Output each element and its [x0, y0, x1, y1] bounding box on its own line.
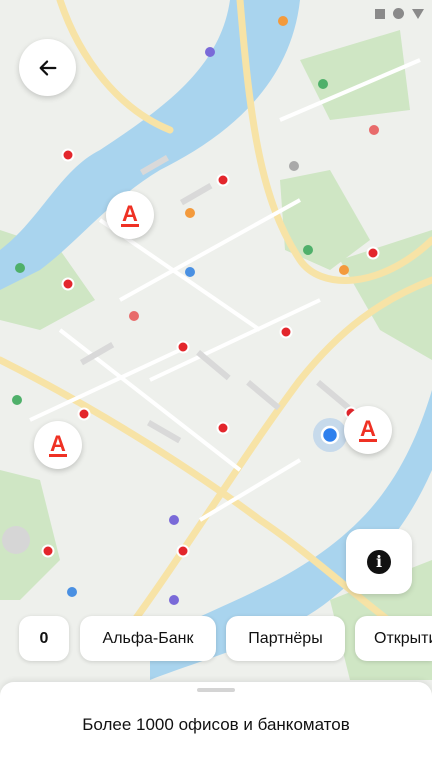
system-status-icons: [375, 8, 424, 19]
info-icon: i: [367, 549, 391, 574]
record-icon: [393, 8, 404, 19]
bank-office-pin[interactable]: А: [344, 406, 392, 454]
filter-chip-otkritie[interactable]: Открытие: [355, 616, 432, 661]
filter-count-chip[interactable]: 0: [19, 616, 69, 661]
bank-office-pin[interactable]: А: [106, 191, 154, 239]
sheet-title: Более 1000 офисов и банкоматов: [82, 715, 350, 734]
chip-label: Открытие: [374, 629, 432, 647]
stop-icon: [375, 8, 385, 19]
arrow-left-icon: [39, 59, 56, 76]
filter-chip-alfa-bank[interactable]: Альфа-Банк: [80, 616, 216, 661]
dropdown-triangle-icon: [412, 8, 424, 19]
sheet-drag-handle[interactable]: [197, 688, 235, 692]
bank-logo-icon: А: [121, 200, 139, 227]
back-button[interactable]: [19, 39, 76, 96]
chip-label: Альфа-Банк: [102, 629, 194, 647]
filter-count: 0: [39, 629, 49, 647]
filter-chip-partners[interactable]: Партнёры: [226, 616, 345, 661]
bottom-sheet[interactable]: Более 1000 офисов и банкоматов: [0, 682, 432, 768]
bank-logo-icon: А: [359, 415, 377, 442]
bank-office-pin[interactable]: А: [34, 421, 82, 469]
chip-label: Партнёры: [248, 629, 323, 647]
user-location-marker: [313, 418, 347, 452]
info-button[interactable]: i: [346, 529, 412, 594]
bank-logo-icon: А: [49, 430, 67, 457]
